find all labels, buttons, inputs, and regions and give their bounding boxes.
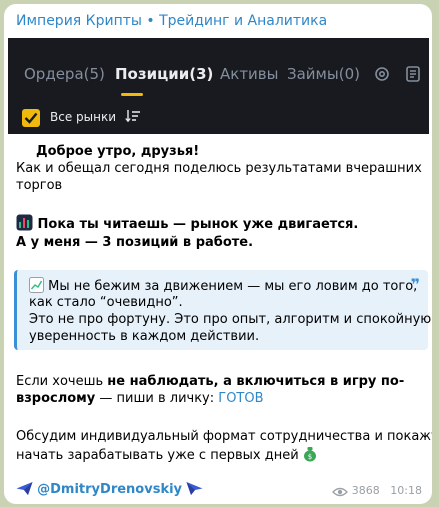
market-line-text: Пока ты читаешь — рынок уже двигается. — [37, 217, 359, 232]
intro-text-line2: торгов — [16, 178, 63, 193]
discuss-line1: Обсудим индивидуальный формат сотрудниче… — [16, 429, 432, 444]
screenshot-image[interactable]: Ордера(5) Позиции(3) Активы Займы(0) Все… — [8, 38, 429, 134]
settings-icon — [375, 67, 389, 81]
positions-line: А у меня — 3 позиций в работе. — [16, 235, 254, 250]
cta-line1: Если хочешь не наблюдать, а включиться в… — [16, 374, 405, 389]
money-bag-icon: $ — [303, 447, 316, 462]
username-link[interactable]: @DmitryDrenovskiy — [37, 482, 182, 497]
tab-assets: Активы — [220, 65, 279, 83]
quote-line2: как стало “очевидно”. — [29, 295, 183, 310]
intro-text-line1: Как и обещал сегодня поделюсь результата… — [16, 161, 422, 176]
tab-loans: Займы(0) — [287, 65, 360, 83]
chart-icon — [16, 214, 33, 231]
username-line: @DmitryDrenovskiy — [16, 481, 203, 497]
checkbox-icon — [22, 109, 40, 127]
blockquote: Мы не бежим за движением — мы его ловим … — [14, 270, 432, 350]
message-time: 10:18 — [390, 484, 422, 497]
active-tab-indicator — [121, 93, 143, 96]
cta-line2: взрослому — пиши в личку: ГОТОВ — [16, 391, 264, 406]
sort-icon — [125, 110, 140, 123]
paper-plane-icon — [16, 482, 33, 495]
quote-line3: Это не про фортуну. Это про опыт, алгори… — [29, 312, 432, 327]
chart-up-icon — [29, 277, 44, 293]
gotov-link[interactable]: ГОТОВ — [218, 391, 263, 406]
message-bubble: Империя Крипты • Трейдинг и Аналитика Ор… — [4, 4, 432, 504]
greeting-text: Доброе утро, друзья! — [36, 144, 200, 159]
svg-text:$: $ — [308, 453, 312, 461]
quote-line4: уверенность в каждом действии. — [29, 329, 260, 344]
tab-orders: Ордера(5) — [24, 65, 105, 83]
tab-positions: Позиции(3) — [115, 65, 214, 83]
all-markets-label: Все рынки — [50, 110, 117, 124]
market-line: Пока ты читаешь — рынок уже двигается. — [16, 214, 358, 233]
eye-icon — [332, 487, 349, 497]
views-count: 3868 — [351, 484, 380, 497]
message-meta: 3868 10:18 — [332, 484, 422, 497]
quote-icon: ❞ — [410, 275, 420, 294]
paper-plane-icon — [186, 482, 203, 495]
channel-title[interactable]: Империя Крипты • Трейдинг и Аналитика — [16, 13, 327, 29]
document-icon — [406, 66, 420, 82]
discuss-line2: начать зарабатывать уже с первых дней $ — [16, 445, 317, 464]
quote-line1: Мы не бежим за движением — мы его ловим … — [29, 277, 417, 295]
